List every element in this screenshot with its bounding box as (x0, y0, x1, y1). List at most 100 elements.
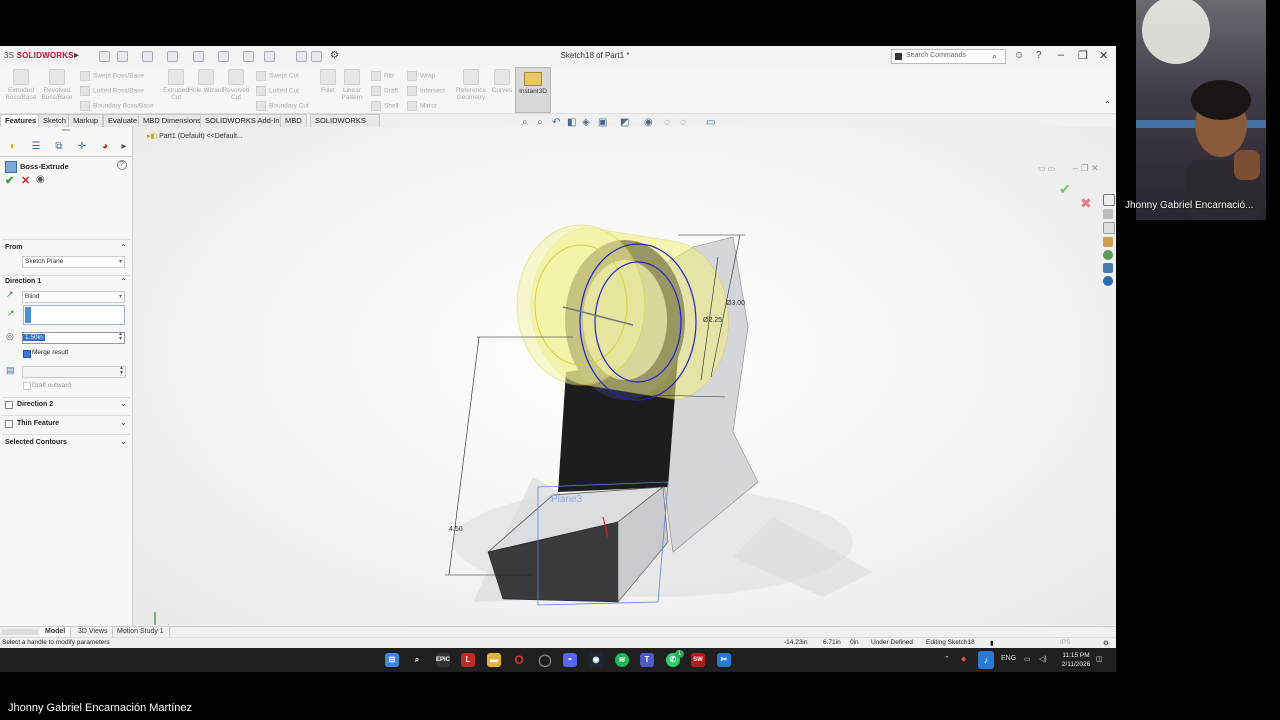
from-select[interactable]: Sketch Plane ▾ (22, 256, 125, 268)
preview-eye-icon[interactable]: ◉ (36, 174, 45, 185)
custom-properties-icon[interactable] (1103, 263, 1113, 273)
tab-features[interactable]: Features (0, 114, 42, 128)
tab-markup[interactable]: Markup (68, 114, 104, 128)
solidworks-taskbar-icon[interactable]: SW (691, 653, 705, 667)
wrap-button[interactable]: Wrap (407, 71, 435, 81)
search-icon[interactable]: ⌕ (992, 51, 997, 62)
tab-scroll-arrows-icon[interactable] (2, 629, 38, 635)
show-hidden-icons[interactable]: ⌃ (944, 655, 950, 663)
network-icon[interactable]: ▭ (1024, 655, 1031, 663)
options-gear-icon[interactable]: ⚙ (330, 50, 339, 61)
select-icon[interactable] (264, 51, 275, 62)
tab-model[interactable]: Model (40, 627, 72, 637)
ok-check-icon[interactable]: ✔ (5, 174, 14, 187)
confirm-corner-cancel-icon[interactable]: ✖ (1080, 195, 1092, 212)
close-button[interactable]: ✕ (1099, 49, 1108, 62)
discord-icon[interactable]: ◓ (563, 653, 577, 667)
extruded-boss-button[interactable]: Extruded Boss/Base (3, 69, 39, 101)
new-file-icon[interactable] (117, 51, 128, 62)
rebuild-status-icon[interactable]: ▮ (990, 639, 994, 647)
draft-angle-input[interactable]: ▲ ▼ (22, 366, 126, 378)
boundary-cut-button[interactable]: Boundary Cut (256, 101, 309, 111)
minimize-button[interactable]: – (1058, 49, 1064, 61)
help-icon[interactable]: ? (117, 160, 127, 170)
user-icon[interactable]: ☺ (1014, 50, 1024, 61)
mirror-button[interactable]: Mirror (407, 101, 437, 111)
direction2-checkbox[interactable] (5, 401, 13, 409)
model-viewport[interactable]: Plane3 Ø3.00 Ø2.25 4.50 (133, 127, 1116, 625)
redo-icon[interactable] (243, 51, 254, 62)
draft-outward-checkbox[interactable] (23, 382, 31, 390)
more-tabs-icon[interactable]: ▸ (118, 141, 130, 153)
open-file-icon[interactable] (142, 51, 153, 62)
tab-mbd[interactable]: MBD (280, 114, 307, 128)
merge-result-checkbox[interactable] (23, 350, 31, 358)
swept-boss-button[interactable]: Swept Boss/Base (80, 71, 144, 81)
notifications-icon[interactable]: ◫ (1096, 655, 1103, 663)
tab-addins[interactable]: SOLIDWORKS Add-Ins (200, 114, 289, 128)
restore-button[interactable]: ❐ (1078, 49, 1088, 62)
save-icon[interactable] (167, 51, 178, 62)
search-scope-icon[interactable] (895, 53, 902, 60)
viewport-window-controls[interactable]: – ❐ ✕ (1073, 163, 1099, 174)
draft-spinner-icon[interactable]: ▲ ▼ (119, 366, 124, 376)
thin-feature-expand-icon[interactable]: ⌄ (120, 418, 127, 427)
antivirus-tray-icon[interactable]: ◆ (961, 655, 966, 663)
configuration-manager-tab-icon[interactable]: ⧉ (53, 141, 65, 153)
draft-button[interactable]: Draft (371, 86, 398, 96)
tab-cam[interactable]: SOLIDWORKS CAM (310, 114, 380, 137)
linear-pattern-button[interactable]: Linear Pattern (334, 69, 370, 101)
steam-icon[interactable]: ◉ (589, 653, 603, 667)
input-language[interactable]: ENG (1001, 655, 1016, 662)
display-manager-tab-icon[interactable]: ◕ (99, 141, 111, 153)
teams-icon[interactable]: T (640, 653, 654, 667)
undo-icon[interactable] (218, 51, 229, 62)
draft-icon[interactable]: ▤ (6, 365, 15, 376)
print-icon[interactable] (193, 51, 204, 62)
epic-games-icon[interactable]: EPIC (436, 653, 450, 667)
thin-feature-checkbox[interactable] (5, 420, 13, 428)
revolved-cut-button[interactable]: Revolved Cut (218, 69, 254, 101)
dimxpert-tab-icon[interactable]: ✛ (76, 141, 88, 153)
revolved-boss-button[interactable]: Revolved Boss/Base (39, 69, 75, 101)
direction1-collapse-icon[interactable]: ⌃ (120, 277, 127, 286)
from-collapse-icon[interactable]: ⌃ (120, 243, 127, 252)
rebuild-icon[interactable] (296, 51, 307, 62)
viewport-split-icon[interactable]: ▭ ▭ (1038, 164, 1055, 173)
microphone-icon[interactable]: ♪ (978, 651, 994, 669)
confirm-corner-check-icon[interactable]: ✔ (1059, 181, 1071, 198)
collapse-ribbon-icon[interactable]: ⌃ (1104, 100, 1111, 109)
reverse-direction-icon[interactable]: ↗ (6, 289, 14, 300)
lofted-cut-button[interactable]: Lofted Cut (256, 86, 299, 96)
file-explorer-icon[interactable] (1103, 222, 1115, 234)
swept-cut-button[interactable]: Swept Cut (256, 71, 299, 81)
cancel-x-icon[interactable]: ✕ (21, 174, 30, 187)
windows-start-icon[interactable]: ⊞ (385, 653, 399, 667)
direction-selection-box[interactable] (23, 305, 125, 325)
graphics-area[interactable]: ▸◧ Part1 (Default) <<Default... Plane3 Ø… (133, 127, 1116, 625)
resources-home-icon[interactable] (1103, 194, 1115, 206)
file-properties-icon[interactable] (311, 51, 322, 62)
feature-manager-tab-icon[interactable]: ◐ (7, 141, 19, 153)
direction2-expand-icon[interactable]: ⌄ (120, 399, 127, 408)
home-icon[interactable] (99, 51, 110, 62)
panel-splitter[interactable] (62, 129, 70, 131)
rib-button[interactable]: Rib (371, 71, 394, 81)
solidworks-logo[interactable]: 3S SOLIDWORKS (4, 51, 74, 60)
snipping-tool-icon[interactable]: ✂ (717, 653, 731, 667)
shell-button[interactable]: Shell (371, 101, 398, 111)
taskbar-clock[interactable]: 11:15 PM 2/11/2026 (1058, 651, 1094, 669)
intersect-button[interactable]: Intersect (407, 86, 445, 96)
appearances-icon[interactable] (1103, 250, 1113, 260)
spotify-icon[interactable]: ≋ (615, 653, 629, 667)
depth-input[interactable]: 1.50in ▲ ▼ (22, 332, 125, 344)
customize-status-icon[interactable]: ⚙ (1103, 639, 1109, 647)
github-icon[interactable]: ◯ (538, 653, 552, 667)
search-commands-box[interactable]: Search Commands ⌕ (891, 49, 1006, 64)
lofted-boss-button[interactable]: Lofted Boss/Base (80, 86, 144, 96)
volume-icon[interactable]: ◁) (1039, 655, 1047, 663)
tab-motion-study[interactable]: Motion Study 1 (112, 627, 170, 637)
file-explorer-taskbar-icon[interactable]: ▬ (487, 653, 501, 667)
unit-system[interactable]: IPS (1060, 639, 1070, 646)
selected-contours-expand-icon[interactable]: ⌄ (120, 437, 127, 446)
